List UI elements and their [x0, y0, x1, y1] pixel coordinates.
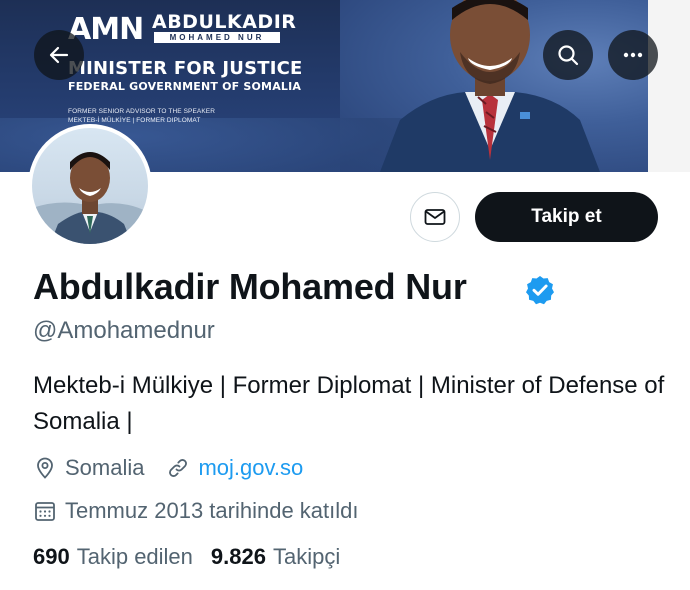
banner-logo-name: ABDULKADIR [152, 11, 297, 33]
profile-bio: Mekteb-i Mülkiye | Former Diplomat | Min… [33, 372, 665, 435]
followers-link[interactable]: 9.826 Takipçi [211, 544, 340, 570]
profile-avatar[interactable] [28, 124, 152, 248]
profile-location: Somalia [65, 455, 145, 480]
more-options-button[interactable] [608, 30, 658, 80]
more-horizontal-icon [623, 52, 643, 58]
followers-label: Takipçi [272, 544, 341, 569]
arrow-left-icon [49, 46, 69, 64]
display-name: Abdulkadir Mohamed Nur [33, 266, 467, 307]
search-icon [558, 45, 579, 66]
banner-person-image [380, 0, 600, 172]
following-link[interactable]: 690 Takip edilen [33, 544, 193, 570]
verified-badge-icon [526, 276, 554, 305]
back-button[interactable] [34, 30, 84, 80]
link-icon [166, 456, 190, 480]
following-label: Takip edilen [76, 544, 193, 569]
banner-logo-sub: MOHAMED NUR [154, 32, 280, 43]
banner-small-line-1: FORMER SENIOR ADVISOR TO THE SPEAKER [68, 108, 215, 115]
avatar-photo [32, 128, 148, 244]
follow-stats: 690 Takip edilen 9.826 Takipçi [33, 544, 340, 570]
profile-handle: @Amohamednur [33, 317, 215, 344]
message-button[interactable] [410, 192, 460, 242]
followers-count: 9.826 [210, 544, 266, 569]
calendar-icon [33, 499, 57, 523]
profile-joined-row: Temmuz 2013 tarihinde katıldı [33, 496, 359, 526]
avatar-person-image [32, 152, 148, 244]
banner-title: MINISTER FOR JUSTICE [68, 58, 303, 79]
envelope-icon [424, 209, 446, 225]
follow-button[interactable]: Takip et [475, 192, 658, 242]
location-icon [33, 456, 57, 480]
profile-meta-row: Somalia moj.gov.so [33, 453, 303, 483]
following-count: 690 [33, 544, 70, 569]
search-button[interactable] [543, 30, 593, 80]
banner-edge [648, 0, 690, 172]
banner-small-line-2: MEKTEB-İ MÜLKİYE | FORMER DIPLOMAT [68, 117, 201, 124]
banner-subtitle: FEDERAL GOVERNMENT OF SOMALIA [68, 80, 302, 93]
profile-website-link[interactable]: moj.gov.so [198, 455, 303, 481]
profile-joined-date: Temmuz 2013 tarihinde katıldı [65, 498, 359, 523]
